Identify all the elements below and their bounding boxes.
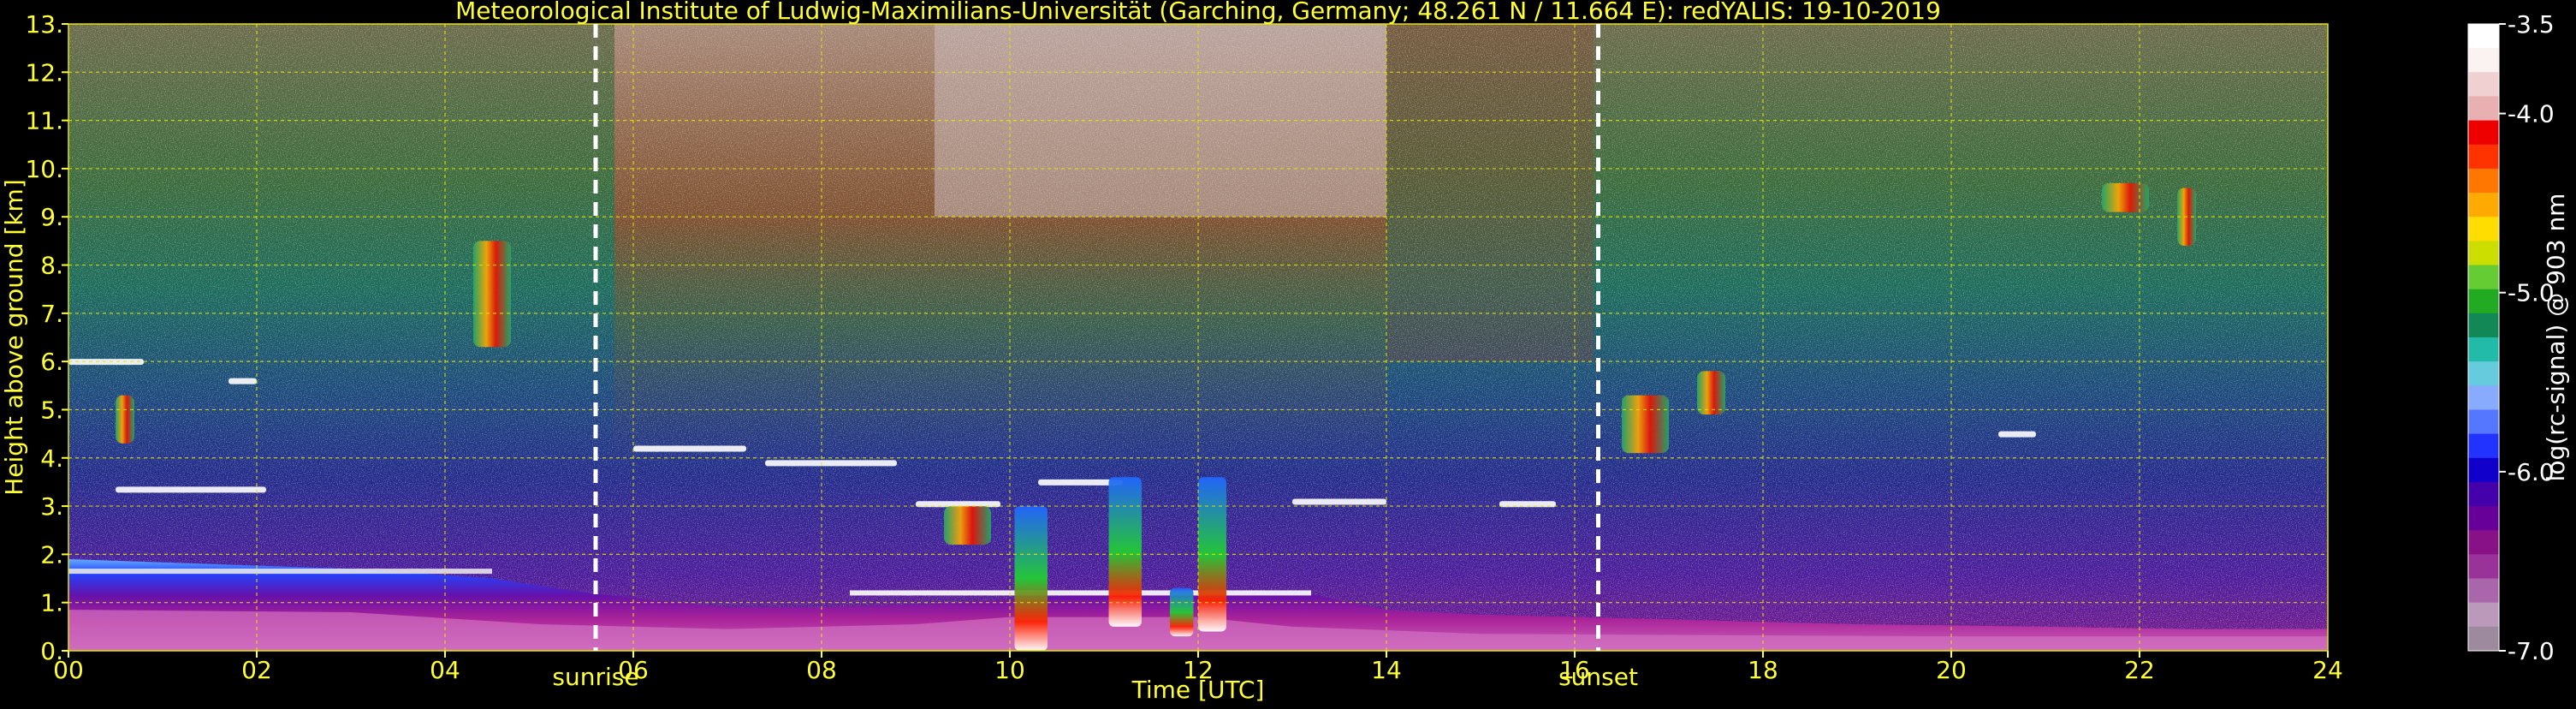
colorbar-segment [2468,313,2499,338]
cloud-streak [765,460,897,467]
colorbar-segment [2468,457,2499,483]
colorbar-segment [2468,506,2499,531]
y-tick-label: 0. [40,637,63,665]
y-tick-label: 3. [40,492,63,521]
x-tick-label: 02 [241,656,272,684]
colorbar-segment [2468,409,2499,435]
cloud-streak [1998,431,2036,438]
colorbar-segment [2468,96,2499,122]
y-tick-label: 9. [40,203,63,231]
colorbar-segment [2468,120,2499,146]
colorbar-segment [2468,530,2499,555]
cloud-streak [633,445,746,452]
colorbar-segment [2468,144,2499,170]
cloud-streak [229,378,257,384]
cirrus-patch [116,395,134,444]
colorbar-segment [2468,602,2499,628]
x-tick-label: 04 [430,656,460,684]
y-tick-label: 7. [40,300,63,328]
plot-area [68,24,2328,651]
x-tick-label: 06 [618,656,649,684]
colorbar-segment [2468,72,2499,97]
x-tick-label: 16 [1559,656,1590,684]
y-tick-label: 5. [40,396,63,424]
chart-svg: sunrise sunset 00 02 04 06 08 10 12 14 16 18 20 22 24… [0,0,2570,704]
x-tick-label: 18 [1748,656,1778,684]
colorbar-segment [2468,241,2499,266]
colorbar-tick-label: -7.0 [2508,637,2555,665]
chart-title: Meteorological Institute of Ludwig-Maxim… [455,0,1941,25]
x-tick-label: 24 [2312,656,2343,684]
convective-cloud [1108,477,1142,627]
colorbar-segment [2468,24,2499,49]
colorbar-segment [2468,48,2499,73]
colorbar-segment [2468,265,2499,290]
colorbar-segment [2468,578,2499,604]
cloud-streak [116,486,266,493]
y-tick-label: 4. [40,444,63,473]
colorbar-segment [2468,337,2499,362]
residual-layer [68,569,492,575]
colorbar-segment [2468,554,2499,580]
cirrus-patch [1622,395,1669,454]
convective-cloud [1170,587,1194,637]
cirrus-patch [944,506,991,545]
colorbar-segment [2468,385,2499,410]
y-tick-label: 8. [40,252,63,280]
y-axis-label: Height above ground [km] [0,179,28,496]
y-tick-label: 13. [25,10,63,39]
cloud-base-line [850,590,1311,596]
x-tick-label: 22 [2124,656,2155,684]
cloud-streak [1292,498,1386,505]
y-tick-label: 12. [25,58,63,86]
colorbar-segment [2468,193,2499,217]
colorbar-segment [2468,433,2499,459]
y-tick-label: 10. [25,155,63,183]
y-tick-label: 2. [40,540,63,569]
x-tick-label: 20 [1936,656,1967,684]
x-tick-label: 10 [994,656,1025,684]
cirrus-patch [1697,371,1725,415]
cirrus-patch [2102,182,2149,212]
colorbar-segment [2468,626,2499,652]
y-tick-label: 11. [25,107,63,135]
colorbar-segment [2468,289,2499,314]
lidar-plot: sunrise sunset 00 02 04 06 08 10 12 14 16 18 20 22 24… [0,0,2576,706]
colorbar-tick-label: -3.5 [2508,10,2555,39]
colorbar-segment [2468,217,2499,241]
colorbar-segment [2468,168,2499,194]
colorbar-segment [2468,361,2499,386]
x-tick-label: 08 [806,656,837,684]
colorbar-segment [2468,481,2499,507]
colorbar-tick-label: -4.0 [2508,100,2555,128]
cirrus-patch [473,241,511,348]
x-tick-label: 14 [1371,656,1402,684]
x-axis-label: Time [UTC] [1131,676,1265,704]
y-tick-label: 1. [40,589,63,617]
colorbar-label: log(rc-signal) @ 903 nm [2542,194,2570,482]
y-tick-label: 6. [40,348,63,376]
convective-cloud [1014,506,1048,651]
